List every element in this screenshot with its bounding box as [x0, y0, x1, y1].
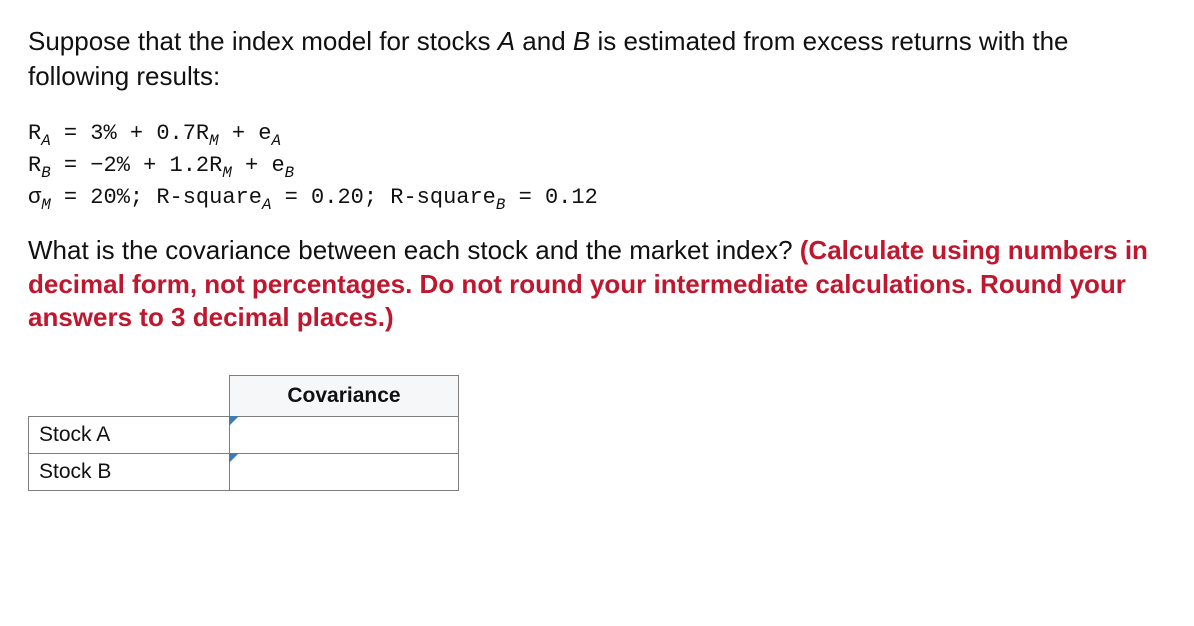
equation-ra: RA = 3% + 0.7RM + eA	[28, 118, 1166, 150]
table-header-covariance: Covariance	[230, 376, 459, 417]
intro-text-mid: and	[515, 26, 573, 56]
question-text: What is the covariance between each stoc…	[28, 234, 1166, 335]
input-marker-icon	[229, 416, 239, 426]
row-label-stock-a: Stock A	[29, 417, 230, 454]
covariance-input-stock-a[interactable]	[230, 417, 459, 454]
intro-stock-a: A	[498, 26, 515, 56]
equation-sigma: σM = 20%; R-squareA = 0.20; R-squareB = …	[28, 182, 1166, 214]
table-row: Stock A	[29, 417, 459, 454]
row-label-stock-b: Stock B	[29, 454, 230, 491]
table-row: Stock B	[29, 454, 459, 491]
input-marker-icon	[229, 453, 239, 463]
equation-block: RA = 3% + 0.7RM + eA RB = −2% + 1.2RM + …	[28, 118, 1166, 214]
table-corner-blank	[29, 376, 230, 417]
covariance-input-stock-b[interactable]	[230, 454, 459, 491]
intro-stock-b: B	[573, 26, 590, 56]
question-main: What is the covariance between each stoc…	[28, 235, 800, 265]
answer-table: Covariance Stock A Stock B	[28, 375, 459, 491]
intro-text-prefix: Suppose that the index model for stocks	[28, 26, 498, 56]
equation-rb: RB = −2% + 1.2RM + eB	[28, 150, 1166, 182]
problem-intro: Suppose that the index model for stocks …	[28, 24, 1166, 94]
